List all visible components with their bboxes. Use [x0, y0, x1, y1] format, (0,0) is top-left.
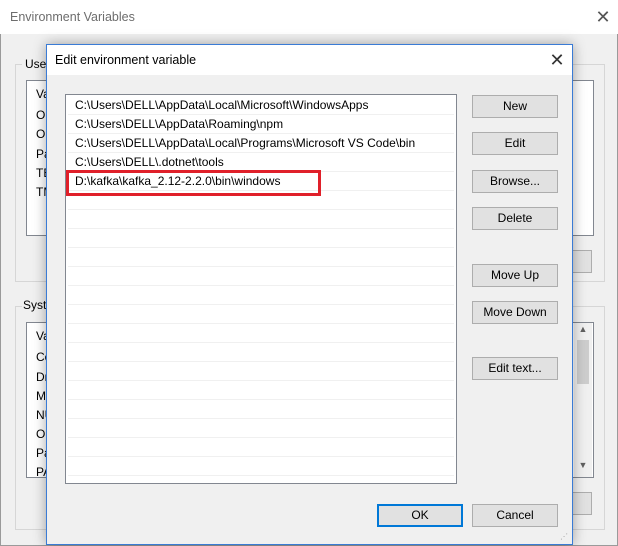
new-button[interactable]: New	[472, 95, 558, 118]
list-item[interactable]: C:\Users\DELL\AppData\Roaming\npm	[68, 114, 454, 134]
list-item-text: C:\Users\DELL\AppData\Local\Microsoft\Wi…	[75, 98, 369, 112]
delete-button[interactable]: Delete	[472, 207, 558, 230]
browse-button[interactable]: Browse...	[472, 170, 558, 193]
edit-button[interactable]: Edit	[472, 132, 558, 155]
move-down-button[interactable]: Move Down	[472, 301, 558, 324]
empty-row[interactable]	[68, 228, 454, 248]
empty-row[interactable]	[68, 342, 454, 362]
system-variables-button[interactable]	[572, 492, 592, 515]
list-item[interactable]: C:\Users\DELL\.dotnet\tools	[68, 152, 454, 172]
list-item-text: C:\Users\DELL\.dotnet\tools	[75, 155, 224, 169]
bg-window-title: Environment Variables	[10, 10, 135, 24]
selection-highlight-annotation	[66, 170, 321, 196]
move-up-button[interactable]: Move Up	[472, 264, 558, 287]
empty-row[interactable]	[68, 304, 454, 324]
bg-close-icon[interactable]: ✕	[592, 7, 614, 27]
empty-row[interactable]	[68, 361, 454, 381]
path-entries-list[interactable]: C:\Users\DELL\AppData\Local\Microsoft\Wi…	[65, 94, 457, 484]
cancel-button[interactable]: Cancel	[472, 504, 558, 527]
resize-grip-icon[interactable]: ⋰	[560, 532, 570, 542]
empty-row[interactable]	[68, 285, 454, 305]
empty-row[interactable]	[68, 418, 454, 438]
empty-row[interactable]	[68, 399, 454, 419]
scroll-down-icon[interactable]: ▼	[574, 460, 592, 474]
empty-row[interactable]	[68, 266, 454, 286]
empty-row[interactable]	[68, 323, 454, 343]
empty-row[interactable]	[68, 209, 454, 229]
scroll-up-icon[interactable]: ▲	[574, 324, 592, 338]
system-list-scrollbar-thumb[interactable]	[577, 340, 589, 384]
empty-row[interactable]	[68, 380, 454, 400]
user-variables-button[interactable]	[572, 250, 592, 273]
empty-row[interactable]	[68, 456, 454, 476]
system-list-peek-text: M	[36, 389, 46, 403]
empty-row[interactable]	[68, 247, 454, 267]
list-item[interactable]: C:\Users\DELL\AppData\Local\Microsoft\Wi…	[68, 95, 454, 115]
list-item-text: C:\Users\DELL\AppData\Roaming\npm	[75, 117, 284, 131]
ok-button[interactable]: OK	[377, 504, 463, 527]
empty-row[interactable]	[68, 437, 454, 457]
list-item[interactable]: C:\Users\DELL\AppData\Local\Programs\Mic…	[68, 133, 454, 153]
list-item-text: C:\Users\DELL\AppData\Local\Programs\Mic…	[75, 136, 416, 150]
dialog-close-icon[interactable]: ✕	[546, 49, 568, 71]
dialog-title: Edit environment variable	[55, 53, 197, 67]
user-variables-list-edge	[572, 80, 594, 236]
edit-text-button[interactable]: Edit text...	[472, 357, 558, 380]
